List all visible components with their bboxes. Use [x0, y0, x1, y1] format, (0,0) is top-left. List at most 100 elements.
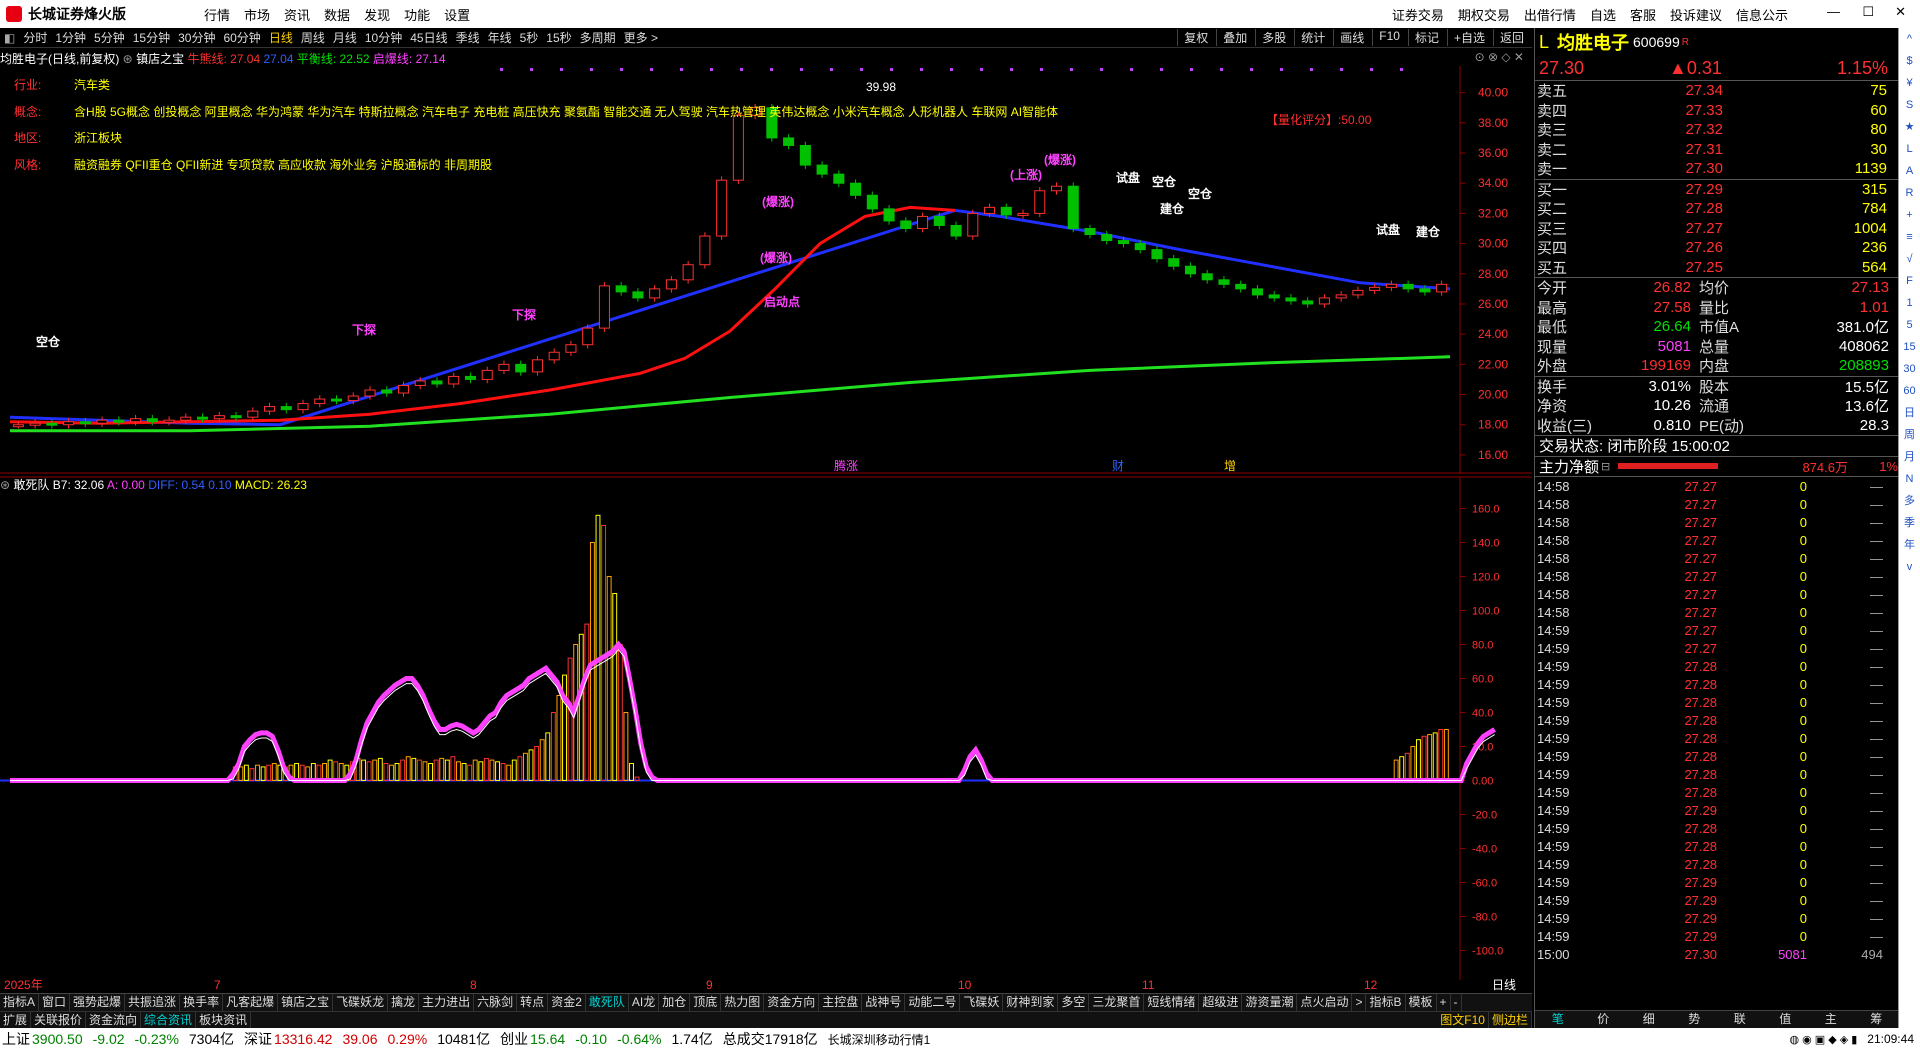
- layout-icon[interactable]: ◧: [4, 31, 15, 45]
- ext-tab-3[interactable]: 综合资讯: [141, 1012, 197, 1028]
- indicator-tab-12[interactable]: 资金2: [548, 994, 586, 1011]
- period-tab-3[interactable]: 15分钟: [133, 29, 170, 46]
- indicator-tab-25[interactable]: 三龙聚首: [1089, 994, 1145, 1011]
- right-menu-item-5[interactable]: 投诉建议: [1670, 5, 1722, 24]
- quote-tab-0[interactable]: 笔: [1535, 1011, 1581, 1028]
- chart-tool-1[interactable]: 叠加: [1216, 29, 1247, 46]
- side-tool-17[interactable]: 日: [1904, 402, 1915, 424]
- side-tool-5[interactable]: L: [1906, 138, 1912, 160]
- indicator-tab-1[interactable]: 窗口: [39, 994, 71, 1011]
- period-tab-9[interactable]: 10分钟: [365, 29, 402, 46]
- indicator-tab-10[interactable]: 六脉剑: [474, 994, 518, 1011]
- side-tool-8[interactable]: +: [1906, 204, 1912, 226]
- period-tab-0[interactable]: 分时: [23, 29, 47, 46]
- period-tab-11[interactable]: 季线: [456, 29, 480, 46]
- indicator-tab-21[interactable]: 动能二号: [905, 994, 961, 1011]
- tick-list[interactable]: 14:58 27.27 0—14:58 27.27 0—14:58 27.27 0—14:5…: [1535, 477, 1898, 963]
- period-tab-5[interactable]: 60分钟: [223, 29, 260, 46]
- side-tool-21[interactable]: 多: [1904, 490, 1915, 512]
- period-tab-8[interactable]: 月线: [333, 29, 357, 46]
- indicator-name[interactable]: 镇店之宝: [136, 52, 184, 66]
- ext-tab-2[interactable]: 资金流向: [86, 1012, 142, 1028]
- side-tool-9[interactable]: ≡: [1906, 226, 1912, 248]
- indicator-tab-34[interactable]: -: [1451, 994, 1462, 1011]
- sh-label[interactable]: 上证: [2, 1029, 30, 1049]
- indicator-tab-0[interactable]: 指标A: [0, 994, 40, 1011]
- side-tool-24[interactable]: v: [1907, 556, 1913, 578]
- indicator-tab-33[interactable]: +: [1437, 994, 1451, 1011]
- indicator-tab-32[interactable]: 模板: [1406, 994, 1437, 1011]
- period-tab-2[interactable]: 5分钟: [94, 29, 125, 46]
- menu-item-3[interactable]: 数据: [324, 5, 350, 24]
- side-tool-12[interactable]: 1: [1906, 292, 1912, 314]
- indicator-tab-8[interactable]: 擒龙: [388, 994, 420, 1011]
- side-tool-13[interactable]: 5: [1906, 314, 1912, 336]
- chart-tool-8[interactable]: 返回: [1492, 29, 1524, 46]
- sub-indicator-name[interactable]: 敢死队: [13, 478, 49, 492]
- ext-tab-1[interactable]: 关联报价: [31, 1012, 87, 1028]
- indicator-tab-22[interactable]: 飞碟妖: [960, 994, 1004, 1011]
- indicator-tab-15[interactable]: 加仓: [659, 994, 691, 1011]
- period-tab-14[interactable]: 15秒: [546, 29, 571, 46]
- chart-tool-4[interactable]: 画线: [1333, 29, 1364, 46]
- side-tool-20[interactable]: N: [1906, 468, 1914, 490]
- menu-item-5[interactable]: 功能: [404, 5, 430, 24]
- right-menu-item-2[interactable]: 出借行情: [1524, 5, 1576, 24]
- quote-tab-1[interactable]: 价: [1581, 1011, 1627, 1028]
- right-menu-item-0[interactable]: 证券交易: [1392, 5, 1444, 24]
- chart-window-controls[interactable]: ⊙ ⊗ ◇ ✕: [1475, 50, 1524, 64]
- indicator-tab-7[interactable]: 飞碟妖龙: [333, 994, 389, 1011]
- indicator-tab-23[interactable]: 财神到家: [1003, 994, 1059, 1011]
- right-menu-item-3[interactable]: 自选: [1590, 5, 1616, 24]
- period-tab-4[interactable]: 30分钟: [178, 29, 215, 46]
- menu-item-1[interactable]: 市场: [244, 5, 270, 24]
- chart-tool-2[interactable]: 多股: [1255, 29, 1286, 46]
- close-icon[interactable]: ✕: [1895, 4, 1906, 20]
- side-tool-1[interactable]: $: [1906, 50, 1912, 72]
- indicator-tab-17[interactable]: 热力图: [721, 994, 765, 1011]
- indicator-tab-29[interactable]: 点火启动: [1297, 994, 1353, 1011]
- maximize-icon[interactable]: ☐: [1862, 4, 1874, 20]
- period-tab-12[interactable]: 年线: [488, 29, 512, 46]
- main-flow-toggle-icon[interactable]: ⊟: [1601, 460, 1610, 473]
- quote-tab-4[interactable]: 联: [1717, 1011, 1763, 1028]
- side-tool-14[interactable]: 15: [1903, 336, 1915, 358]
- ext-tab-4[interactable]: 板块资讯: [196, 1012, 252, 1028]
- indicator-tab-9[interactable]: 主力进出: [419, 994, 475, 1011]
- indicator-tab-2[interactable]: 强势起爆: [70, 994, 126, 1011]
- side-tool-23[interactable]: 年: [1904, 534, 1915, 556]
- period-tab-6[interactable]: 日线: [269, 29, 293, 46]
- chart-tool-3[interactable]: 统计: [1294, 29, 1325, 46]
- quote-tab-3[interactable]: 势: [1672, 1011, 1718, 1028]
- side-tool-2[interactable]: ¥: [1906, 72, 1912, 94]
- indicator-tab-19[interactable]: 主控盘: [819, 994, 863, 1011]
- menu-item-4[interactable]: 发现: [364, 5, 390, 24]
- chart-tool-0[interactable]: 复权: [1177, 29, 1208, 46]
- side-tool-15[interactable]: 30: [1903, 358, 1915, 380]
- indicator-tab-18[interactable]: 资金方向: [764, 994, 820, 1011]
- period-tab-1[interactable]: 1分钟: [55, 29, 86, 46]
- indicator-gear-icon[interactable]: ⊛: [123, 52, 133, 66]
- period-tab-13[interactable]: 5秒: [520, 29, 539, 46]
- indicator-tab-28[interactable]: 游资量潮: [1242, 994, 1298, 1011]
- sz-label[interactable]: 深证: [244, 1029, 272, 1049]
- side-tool-0[interactable]: ^: [1907, 28, 1912, 50]
- period-tab-10[interactable]: 45日线: [410, 29, 447, 46]
- side-tool-6[interactable]: A: [1906, 160, 1913, 182]
- indicator-tab-16[interactable]: 顶底: [690, 994, 722, 1011]
- indicator-tab-13[interactable]: 敢死队: [586, 994, 629, 1011]
- period-tab-7[interactable]: 周线: [301, 29, 325, 46]
- period-tab-16[interactable]: 更多 >: [624, 29, 658, 46]
- ext-tab-0[interactable]: 扩展: [0, 1012, 32, 1028]
- indicator-tab-20[interactable]: 战神号: [862, 994, 906, 1011]
- indicator-tab-11[interactable]: 转点: [517, 994, 549, 1011]
- menu-item-2[interactable]: 资讯: [284, 5, 310, 24]
- side-tool-4[interactable]: ★: [1905, 116, 1915, 138]
- chart-tool-7[interactable]: +自选: [1446, 29, 1485, 46]
- side-tool-18[interactable]: 周: [1904, 424, 1915, 446]
- side-tool-7[interactable]: R: [1906, 182, 1914, 204]
- side-tool-19[interactable]: 月: [1904, 446, 1915, 468]
- indicator-tab-24[interactable]: 多空: [1058, 994, 1090, 1011]
- right-menu-item-6[interactable]: 信息公示: [1736, 5, 1788, 24]
- indicator-tab-26[interactable]: 短线情绪: [1144, 994, 1200, 1011]
